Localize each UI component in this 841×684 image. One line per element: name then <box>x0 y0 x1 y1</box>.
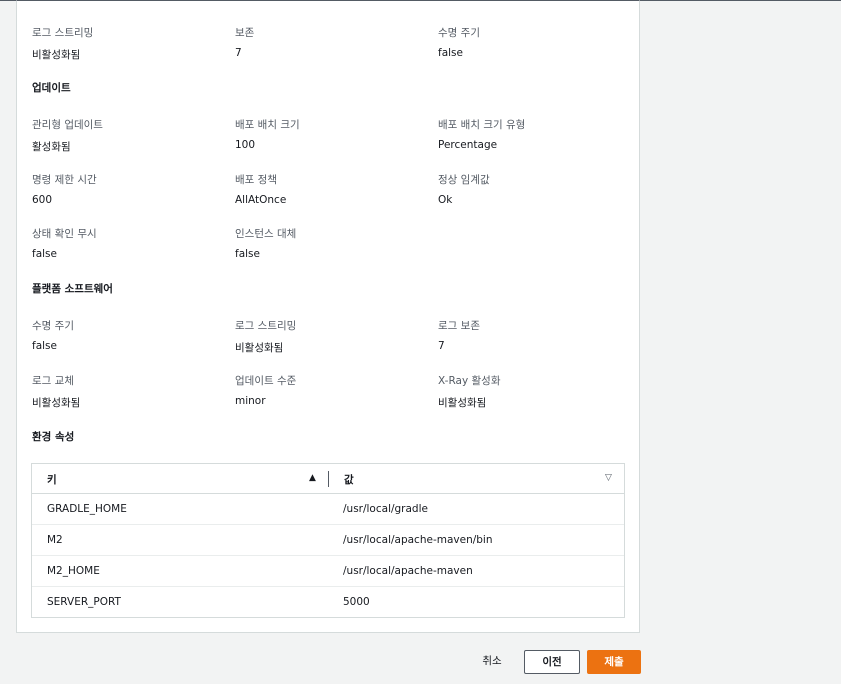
field-update-level: 업데이트 수준 minor <box>235 373 297 407</box>
field-label: X-Ray 활성화 <box>438 375 501 387</box>
cancel-button[interactable]: 취소 <box>471 650 513 674</box>
field-value: false <box>235 248 260 260</box>
field-value: minor <box>235 395 266 407</box>
field-label: 인스턴스 대체 <box>235 228 297 240</box>
field-deployment-policy: 배포 정책 AllAtOnce <box>235 172 286 206</box>
field-label: 로그 스트리밍 <box>32 27 94 39</box>
field-managed-updates: 관리형 업데이트 활성화됨 <box>32 117 103 153</box>
field-label: 상태 확인 무시 <box>32 228 97 240</box>
env-properties-table: 키 ▲ 값 ▽ GRADLE_HOME /usr/local/gradle M2… <box>31 463 625 618</box>
field-value: 7 <box>438 340 445 352</box>
field-value: false <box>32 248 57 260</box>
field-value: 600 <box>32 194 53 206</box>
cell-key: M2 <box>47 534 63 546</box>
field-label: 로그 스트리밍 <box>235 320 297 332</box>
column-header-key[interactable]: 키 <box>47 472 57 487</box>
column-header-value[interactable]: 값 <box>344 472 354 487</box>
cell-value: 5000 <box>343 596 370 608</box>
cell-key: GRADLE_HOME <box>47 503 127 515</box>
field-label: 명령 제한 시간 <box>32 174 97 186</box>
sort-descending-icon[interactable]: ▽ <box>605 473 612 483</box>
field-label: 정상 임계값 <box>438 174 490 186</box>
field-batch-size: 배포 배치 크기 100 <box>235 117 300 151</box>
field-label: 수명 주기 <box>438 27 480 39</box>
field-label: 수명 주기 <box>32 320 74 332</box>
cell-value: /usr/local/apache-maven <box>343 565 473 577</box>
field-log-retention: 로그 보존 7 <box>438 318 480 352</box>
field-ignore-health-check: 상태 확인 무시 false <box>32 226 97 260</box>
field-value: 7 <box>235 47 242 59</box>
field-value: 비활성화됨 <box>32 49 81 61</box>
cell-value: /usr/local/apache-maven/bin <box>343 534 493 546</box>
field-label: 배포 배치 크기 <box>235 119 300 131</box>
cell-key: SERVER_PORT <box>47 596 121 608</box>
field-value: 비활성화됨 <box>32 397 81 409</box>
field-log-streaming: 로그 스트리밍 비활성화됨 <box>32 25 94 61</box>
field-value: Percentage <box>438 139 498 151</box>
field-label: 보존 <box>235 27 255 39</box>
field-lifecycle: 수명 주기 false <box>438 25 480 59</box>
section-title-updates: 업데이트 <box>32 82 71 94</box>
field-xray-enabled: X-Ray 활성화 비활성화됨 <box>438 373 501 409</box>
table-header: 키 ▲ 값 ▽ <box>32 464 624 494</box>
field-value: 활성화됨 <box>32 141 71 153</box>
field-health-threshold: 정상 임계값 Ok <box>438 172 490 206</box>
cell-key: M2_HOME <box>47 565 100 577</box>
section-title-platform-software: 플랫폼 소프트웨어 <box>32 283 113 295</box>
table-row: M2 /usr/local/apache-maven/bin <box>32 525 624 556</box>
field-value: AllAtOnce <box>235 194 287 206</box>
field-label: 로그 보존 <box>438 320 480 332</box>
section-title-env-properties: 환경 속성 <box>32 431 75 443</box>
table-row: SERVER_PORT 5000 <box>32 587 624 618</box>
sort-ascending-icon[interactable]: ▲ <box>309 473 316 483</box>
field-label: 로그 교체 <box>32 375 74 387</box>
field-value: 비활성화됨 <box>235 342 284 354</box>
field-platform-lifecycle: 수명 주기 false <box>32 318 74 352</box>
previous-button[interactable]: 이전 <box>524 650 580 674</box>
field-value: 100 <box>235 139 256 151</box>
field-label: 배포 정책 <box>235 174 277 186</box>
field-value: false <box>32 340 57 352</box>
column-divider[interactable] <box>328 471 329 487</box>
field-label: 업데이트 수준 <box>235 375 297 387</box>
field-command-timeout: 명령 제한 시간 600 <box>32 172 97 206</box>
submit-button[interactable]: 제출 <box>587 650 641 674</box>
table-row: GRADLE_HOME /usr/local/gradle <box>32 494 624 525</box>
field-retention: 보존 7 <box>235 25 255 59</box>
field-label: 관리형 업데이트 <box>32 119 103 131</box>
field-value: false <box>438 47 463 59</box>
field-batch-size-type: 배포 배치 크기 유형 Percentage <box>438 117 526 151</box>
field-log-rotation: 로그 교체 비활성화됨 <box>32 373 80 409</box>
field-instance-replacement: 인스턴스 대체 false <box>235 226 297 260</box>
field-label: 배포 배치 크기 유형 <box>438 119 526 131</box>
field-value: Ok <box>438 194 453 206</box>
cell-value: /usr/local/gradle <box>343 503 428 515</box>
field-platform-log-streaming: 로그 스트리밍 비활성화됨 <box>235 318 297 354</box>
table-row: M2_HOME /usr/local/apache-maven <box>32 556 624 587</box>
field-value: 비활성화됨 <box>438 397 487 409</box>
